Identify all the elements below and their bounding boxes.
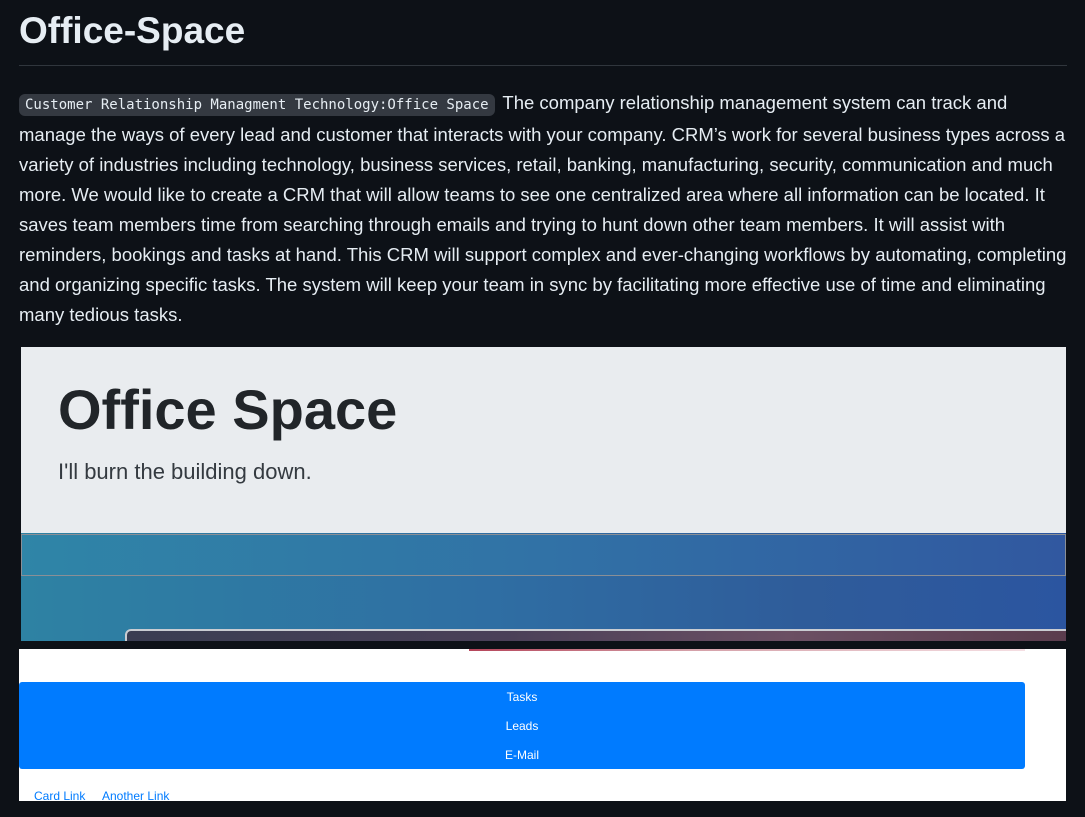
- card-link[interactable]: Card Link: [34, 788, 85, 801]
- another-link[interactable]: Another Link: [102, 788, 169, 801]
- nav-link-tasks[interactable]: Tasks: [19, 689, 1025, 705]
- description-text: The company relationship management syst…: [19, 92, 1067, 325]
- jumbotron-heading: Office Space: [58, 378, 398, 441]
- image-strip: [469, 649, 1025, 651]
- nav-menu: Tasks Leads E-Mail: [19, 682, 1025, 769]
- gradient-navbar: [21, 534, 1066, 576]
- screenshot-jumbotron: Office Space I'll burn the building down…: [21, 347, 1066, 641]
- screenshot-nav-card: Tasks Leads E-Mail Card Link Another Lin…: [19, 649, 1066, 801]
- jumbotron-lead: I'll burn the building down.: [58, 459, 312, 484]
- gradient-background: [21, 533, 1066, 641]
- jumbotron: Office Space I'll burn the building down…: [21, 347, 1066, 533]
- project-description: Customer Relationship Managment Technolo…: [19, 88, 1067, 330]
- nav-link-email[interactable]: E-Mail: [19, 747, 1025, 763]
- nav-link-leads[interactable]: Leads: [19, 718, 1025, 734]
- photo-card-edge: [125, 629, 1066, 641]
- title-divider: [19, 65, 1067, 66]
- project-code-label: Customer Relationship Managment Technolo…: [19, 94, 495, 116]
- page-title: Office-Space: [19, 10, 246, 51]
